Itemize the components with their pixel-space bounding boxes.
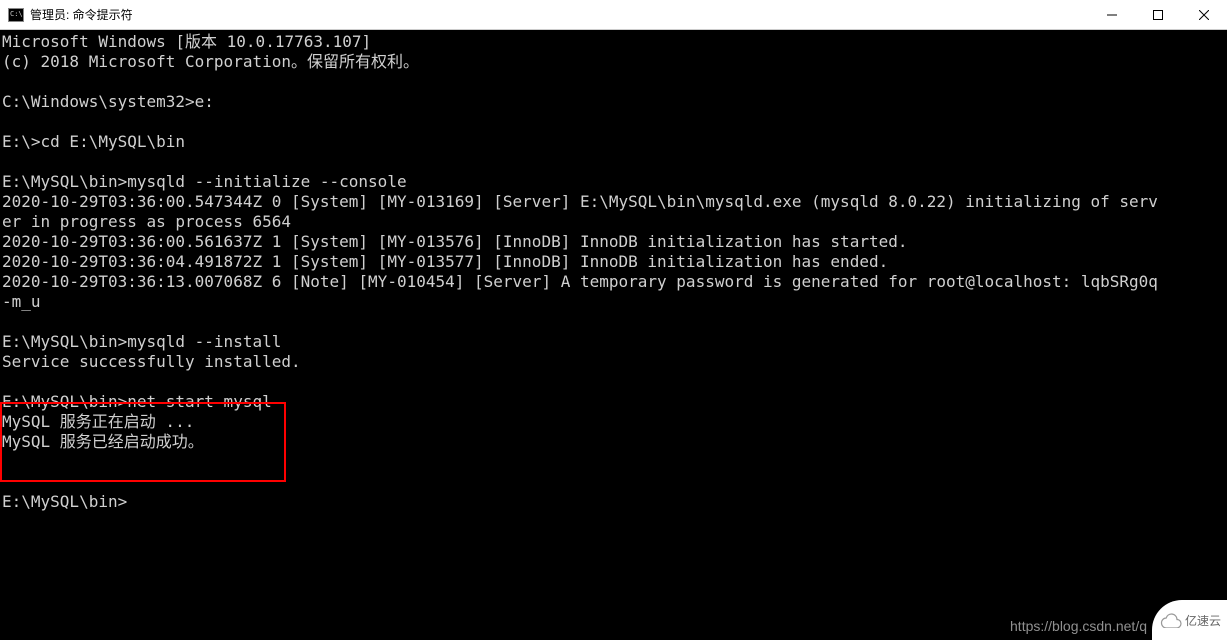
terminal-line: (c) 2018 Microsoft Corporation。保留所有权利。 [2, 52, 1225, 72]
close-button[interactable] [1181, 0, 1227, 29]
cloud-badge-text: 亿速云 [1185, 612, 1221, 629]
window-controls [1089, 0, 1227, 29]
terminal-line: 2020-10-29T03:36:00.547344Z 0 [System] [… [2, 192, 1225, 212]
cloud-icon [1158, 612, 1182, 628]
terminal-line [2, 312, 1225, 332]
cloud-badge: 亿速云 [1152, 600, 1227, 640]
terminal-line: MySQL 服务已经启动成功。 [2, 432, 1225, 452]
terminal-line: -m_u [2, 292, 1225, 312]
terminal-line: E:\MySQL\bin> [2, 492, 1225, 512]
terminal-line: E:\MySQL\bin>mysqld --initialize --conso… [2, 172, 1225, 192]
terminal-line [2, 72, 1225, 92]
terminal-line: MySQL 服务正在启动 ... [2, 412, 1225, 432]
terminal-line: Service successfully installed. [2, 352, 1225, 372]
terminal-line [2, 152, 1225, 172]
terminal-line: E:\MySQL\bin>mysqld --install [2, 332, 1225, 352]
terminal-line [2, 472, 1225, 492]
maximize-button[interactable] [1135, 0, 1181, 29]
terminal-line: 2020-10-29T03:36:13.007068Z 6 [Note] [MY… [2, 272, 1225, 292]
window-titlebar: 管理员: 命令提示符 [0, 0, 1227, 30]
minimize-button[interactable] [1089, 0, 1135, 29]
terminal-line: 2020-10-29T03:36:04.491872Z 1 [System] [… [2, 252, 1225, 272]
terminal-output[interactable]: Microsoft Windows [版本 10.0.17763.107](c)… [0, 30, 1227, 640]
cmd-icon [8, 8, 24, 22]
terminal-line: E:\>cd E:\MySQL\bin [2, 132, 1225, 152]
terminal-line: 2020-10-29T03:36:00.561637Z 1 [System] [… [2, 232, 1225, 252]
terminal-line: Microsoft Windows [版本 10.0.17763.107] [2, 32, 1225, 52]
watermark-text: https://blog.csdn.net/q [1010, 618, 1147, 634]
terminal-line [2, 112, 1225, 132]
terminal-line: er in progress as process 6564 [2, 212, 1225, 232]
window-title: 管理员: 命令提示符 [30, 6, 1089, 23]
terminal-line: E:\MySQL\bin>net start mysql [2, 392, 1225, 412]
terminal-line: C:\Windows\system32>e: [2, 92, 1225, 112]
terminal-line [2, 372, 1225, 392]
terminal-line [2, 452, 1225, 472]
